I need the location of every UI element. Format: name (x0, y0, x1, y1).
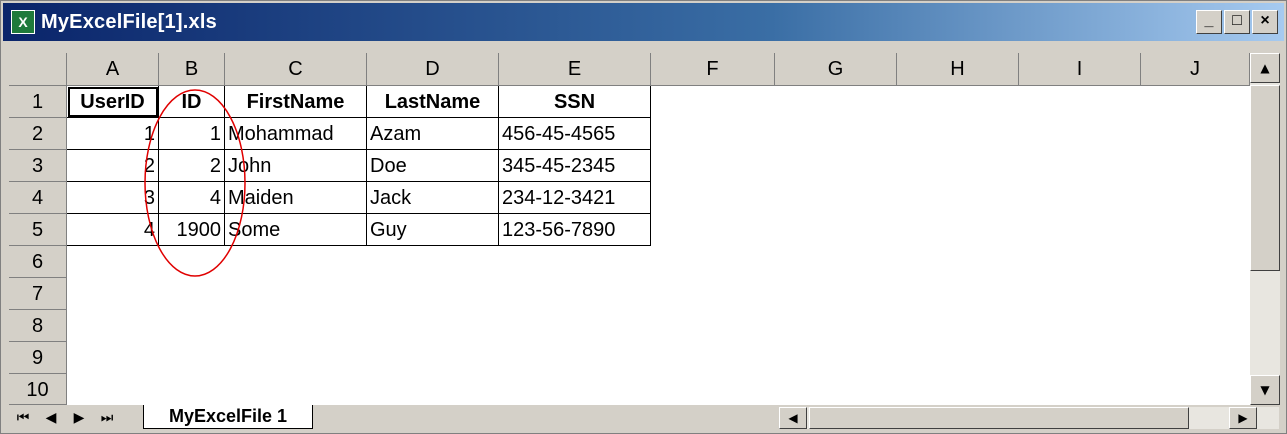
row-header-10[interactable]: 10 (9, 374, 67, 405)
cell-d3[interactable]: Doe (367, 150, 499, 182)
first-sheet-button[interactable]: ⏮ (11, 408, 35, 428)
scroll-right-button[interactable]: ▶ (1229, 407, 1257, 429)
cell-e2[interactable]: 456-45-4565 (499, 118, 651, 150)
cell-a5[interactable]: 4 (67, 214, 159, 246)
cell-c4[interactable]: Maiden (225, 182, 367, 214)
minimize-button[interactable]: _ (1196, 10, 1222, 34)
cell-e4[interactable]: 234-12-3421 (499, 182, 651, 214)
scroll-down-button[interactable]: ▼ (1250, 375, 1280, 405)
excel-window: X MyExcelFile[1].xls _ □ × A B C D E F G… (0, 0, 1287, 434)
select-all-corner[interactable] (9, 53, 67, 86)
row-header-1[interactable]: 1 (9, 86, 67, 118)
horizontal-scroll-thumb[interactable] (809, 407, 1189, 429)
vertical-scroll-thumb[interactable] (1250, 85, 1280, 271)
row-header-2[interactable]: 2 (9, 118, 67, 150)
cell-b4[interactable]: 4 (159, 182, 225, 214)
window-title: MyExcelFile[1].xls (41, 11, 217, 33)
row-header-7[interactable]: 7 (9, 278, 67, 310)
spreadsheet-grid[interactable]: A B C D E F G H I J 1 2 3 4 5 6 7 8 9 10… (9, 53, 1250, 405)
close-button[interactable]: × (1252, 10, 1278, 34)
column-header-c[interactable]: C (225, 53, 367, 86)
cell-a4[interactable]: 3 (67, 182, 159, 214)
last-sheet-button[interactable]: ⏭ (95, 408, 119, 428)
cell-c3[interactable]: John (225, 150, 367, 182)
cell-b1[interactable]: ID (159, 86, 225, 118)
cell-d4[interactable]: Jack (367, 182, 499, 214)
cell-d1[interactable]: LastName (367, 86, 499, 118)
column-header-g[interactable]: G (775, 53, 897, 86)
row-header-8[interactable]: 8 (9, 310, 67, 342)
column-header-f[interactable]: F (651, 53, 775, 86)
sheet-tab-myexcelfile-1[interactable]: MyExcelFile 1 (143, 405, 313, 429)
scroll-left-button[interactable]: ◀ (779, 407, 807, 429)
prev-sheet-button[interactable]: ◀ (39, 408, 63, 428)
title-bar[interactable]: X MyExcelFile[1].xls _ □ × (3, 3, 1284, 41)
cell-e3[interactable]: 345-45-2345 (499, 150, 651, 182)
row-header-3[interactable]: 3 (9, 150, 67, 182)
column-header-a[interactable]: A (67, 53, 159, 86)
cell-b5[interactable]: 1900 (159, 214, 225, 246)
column-header-i[interactable]: I (1019, 53, 1141, 86)
next-sheet-button[interactable]: ▶ (67, 408, 91, 428)
cell-d5[interactable]: Guy (367, 214, 499, 246)
column-header-d[interactable]: D (367, 53, 499, 86)
maximize-button[interactable]: □ (1224, 10, 1250, 34)
row-header-5[interactable]: 5 (9, 214, 67, 246)
column-header-e[interactable]: E (499, 53, 651, 86)
cell-b3[interactable]: 2 (159, 150, 225, 182)
cell-b2[interactable]: 1 (159, 118, 225, 150)
sheet-tab-bar: ⏮ ◀ ▶ ⏭ MyExcelFile 1 ◀ ▶ (9, 405, 1280, 431)
column-header-b[interactable]: B (159, 53, 225, 86)
cell-d2[interactable]: Azam (367, 118, 499, 150)
column-header-h[interactable]: H (897, 53, 1019, 86)
cell-c1[interactable]: FirstName (225, 86, 367, 118)
cell-e1[interactable]: SSN (499, 86, 651, 118)
cell-e5[interactable]: 123-56-7890 (499, 214, 651, 246)
cell-a3[interactable]: 2 (67, 150, 159, 182)
cell-c5[interactable]: Some (225, 214, 367, 246)
scroll-up-button[interactable]: ▲ (1250, 53, 1280, 83)
vertical-scrollbar[interactable]: ▲ ▼ (1250, 53, 1280, 405)
excel-icon[interactable]: X (11, 10, 35, 34)
row-header-9[interactable]: 9 (9, 342, 67, 374)
row-header-6[interactable]: 6 (9, 246, 67, 278)
horizontal-scrollbar[interactable]: ◀ ▶ (779, 407, 1279, 429)
column-header-j[interactable]: J (1141, 53, 1250, 86)
cell-a1[interactable]: UserID (67, 86, 159, 118)
cell-c2[interactable]: Mohammad (225, 118, 367, 150)
cell-a2[interactable]: 1 (67, 118, 159, 150)
row-header-4[interactable]: 4 (9, 182, 67, 214)
